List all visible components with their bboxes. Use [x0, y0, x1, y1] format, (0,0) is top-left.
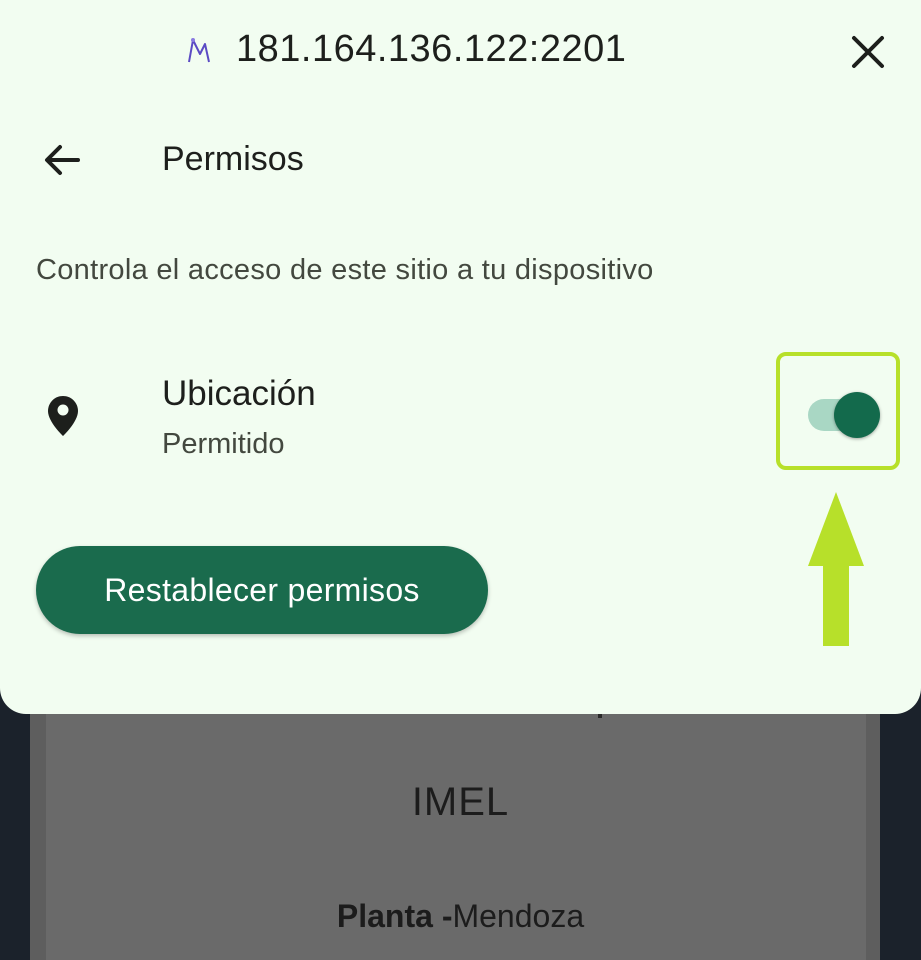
background-page-subtitle: Planta -Mendoza [0, 898, 921, 935]
site-favicon-icon [188, 38, 210, 63]
permissions-description: Controla el acceso de este sitio a tu di… [36, 254, 654, 286]
background-subtitle-text: Mendoza [452, 898, 585, 934]
permission-name: Ubicación [162, 374, 316, 413]
reset-permissions-button[interactable]: Restablecer permisos [36, 546, 488, 634]
arrow-up-icon [808, 492, 864, 646]
background-subtitle-bold: Planta - [336, 898, 453, 934]
toggle-thumb [834, 392, 880, 438]
permissions-sheet: 181.164.136.122:2201 Permisos Controla e… [0, 0, 921, 714]
location-permission-toggle[interactable] [806, 392, 880, 438]
location-pin-icon [48, 396, 78, 436]
close-icon[interactable] [846, 30, 890, 74]
page-title: Permisos [162, 140, 304, 178]
site-url: 181.164.136.122:2201 [236, 28, 627, 70]
background-page-title: IMEL [411, 780, 510, 824]
screen: IMEL Planta -Mendoza 181.164.136.122:220… [0, 0, 921, 960]
arrow-back-icon[interactable] [38, 136, 86, 184]
url-header: 181.164.136.122:2201 [0, 0, 921, 100]
permission-status: Permitido [162, 428, 285, 460]
